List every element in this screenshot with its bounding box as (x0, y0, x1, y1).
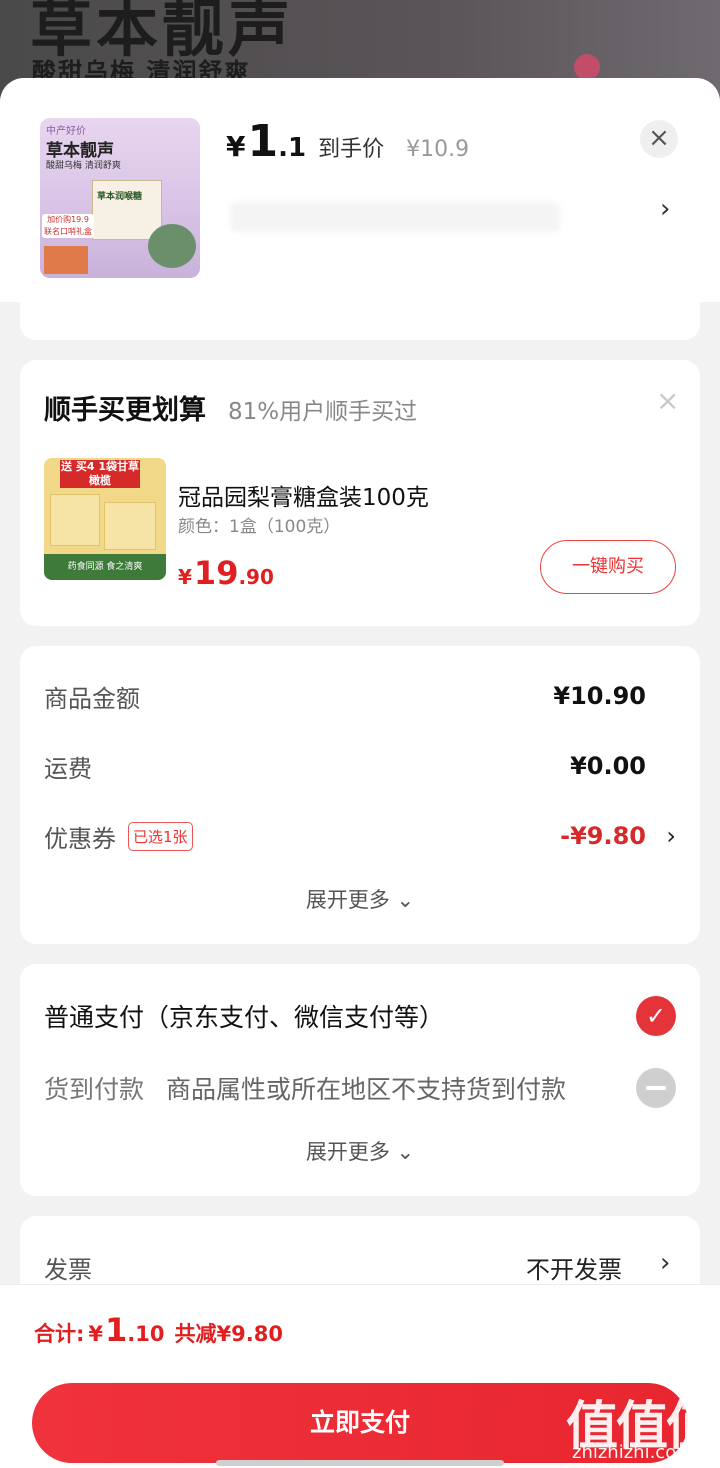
addon-attribute: 颜色：1盒（100克） (178, 517, 341, 537)
amount-expand-more[interactable]: 展开更多 ⌄ (20, 884, 700, 914)
payment-expand-label: 展开更多 (305, 1140, 390, 1164)
invoice-label: 发票 (44, 1256, 92, 1284)
coupon-value: -¥9.80 (560, 822, 646, 850)
checkout-sheet: 中产好价 草本靓声 酸甜乌梅 清润舒爽 草本润喉糖 加价购19.9 联名口哨礼盒… (0, 78, 720, 1468)
price-decimal: .1 (278, 133, 307, 163)
total-currency: ¥ (88, 1322, 104, 1346)
invoice-value: 不开发票 (526, 1256, 622, 1284)
home-indicator (216, 1460, 504, 1466)
header-strip (20, 302, 700, 340)
thumb-box-label: 草本润喉糖 (97, 192, 143, 202)
addon-card: 顺手买更划算 81%用户顺手买过 × 送 买4 1袋甘草橄榄 药食同源 食之清爽… (20, 360, 700, 626)
chevron-down-icon: ⌄ (396, 1140, 415, 1164)
addon-product-name[interactable]: 冠品园梨膏糖盒装100克 (178, 478, 429, 512)
price-label: 到手价 (318, 137, 385, 162)
coupon-label: 优惠券 (44, 824, 116, 853)
thumb-cup (44, 246, 88, 274)
addon-price-integer: 19 (193, 554, 239, 592)
background-flower (574, 54, 600, 80)
blurred-spec-line (230, 202, 560, 232)
chevron-down-icon: ⌄ (396, 888, 415, 912)
addon-thumbnail[interactable]: 送 买4 1袋甘草橄榄 药食同源 食之清爽 (44, 458, 166, 580)
watermark-url: zhizhizhi.com (572, 1442, 694, 1463)
amount-expand-label: 展开更多 (305, 888, 390, 912)
thumb-promo-tag: 加价购19.9 联名口哨礼盒 (42, 214, 94, 238)
thumb-candy-cube (104, 502, 156, 550)
coupon-selected-badge: 已选1张 (128, 821, 193, 851)
close-button[interactable]: × (640, 120, 678, 158)
thumb-candy (148, 224, 196, 268)
payment-option-normal[interactable]: 普通支付（京东支付、微信支付等） ✓ (44, 994, 676, 1038)
price-integer: 1 (247, 116, 279, 167)
payment-expand-more[interactable]: 展开更多 ⌄ (20, 1136, 700, 1166)
addon-title: 顺手买更划算 (44, 395, 206, 426)
amount-row-coupon[interactable]: 优惠券 已选1张 -¥9.80 › (44, 816, 676, 856)
thumb-promo-line1: 加价购19.9 (47, 215, 89, 224)
payment-card: 普通支付（京东支付、微信支付等） ✓ 货到付款 商品属性或所在地区不支持货到付款… (20, 964, 700, 1196)
disabled-icon (636, 1068, 676, 1108)
thumb-brand-line: 中产好价 (46, 126, 86, 137)
goods-amount-label: 商品金额 (44, 684, 140, 713)
total-integer: 1 (105, 1311, 128, 1349)
total-decimal: .10 (127, 1322, 165, 1346)
addon-price: ¥ 19 .90 (178, 554, 274, 592)
thumb-promo-line2: 联名口哨礼盒 (44, 227, 92, 236)
thumb-candy-cube (50, 494, 100, 546)
shipping-label: 运费 (44, 754, 92, 783)
price-currency: ¥ (226, 130, 246, 163)
amount-row-goods: 商品金额 ¥10.90 (44, 676, 676, 716)
final-price: ¥ 1 .1 到手价 ¥10.9 (226, 116, 469, 168)
goods-amount-value: ¥10.90 (553, 682, 646, 710)
payment-option-normal-label: 普通支付（京东支付、微信支付等） (44, 1003, 445, 1032)
invoice-chevron-icon[interactable]: › (660, 1248, 670, 1278)
addon-thumb-badge: 送 买4 1袋甘草橄榄 (60, 460, 140, 488)
one-click-buy-button[interactable]: 一键购买 (540, 540, 676, 594)
addon-thumb-footer: 药食同源 食之清爽 (44, 554, 166, 580)
amount-card: 商品金额 ¥10.90 运费 ¥0.00 优惠券 已选1张 -¥9.80 › 展… (20, 646, 700, 944)
addon-price-currency: ¥ (178, 565, 192, 589)
amount-row-shipping: 运费 ¥0.00 (44, 746, 676, 786)
spec-chevron-icon[interactable]: › (660, 194, 670, 224)
total-amount: 合计: ¥ 1 .10 共减¥9.80 (34, 1311, 283, 1349)
shipping-value: ¥0.00 (570, 752, 646, 780)
payment-option-cod-note: 商品属性或所在地区不支持货到付款 (166, 1075, 567, 1104)
payment-option-cod: 货到付款 商品属性或所在地区不支持货到付款 (44, 1066, 676, 1110)
addon-price-decimal: .90 (238, 565, 274, 589)
total-savings: 共减¥9.80 (174, 1322, 283, 1346)
product-header: 中产好价 草本靓声 酸甜乌梅 清润舒爽 草本润喉糖 加价购19.9 联名口哨礼盒… (0, 78, 720, 302)
coupon-chevron-icon[interactable]: › (666, 822, 676, 850)
check-icon[interactable]: ✓ (636, 996, 676, 1036)
product-thumbnail: 中产好价 草本靓声 酸甜乌梅 清润舒爽 草本润喉糖 加价购19.9 联名口哨礼盒 (40, 118, 200, 278)
original-price: ¥10.9 (406, 137, 470, 162)
thumb-box: 草本润喉糖 (92, 180, 162, 240)
total-label: 合计: (34, 1322, 85, 1346)
payment-option-cod-label: 货到付款 (44, 1075, 145, 1104)
watermark: 值值值 zhizhizhi.com (566, 1384, 718, 1468)
addon-subtitle: 81%用户顺手买过 (228, 399, 418, 425)
addon-close-icon[interactable]: × (656, 384, 679, 417)
thumb-tagline: 酸甜乌梅 清润舒爽 (46, 161, 121, 171)
